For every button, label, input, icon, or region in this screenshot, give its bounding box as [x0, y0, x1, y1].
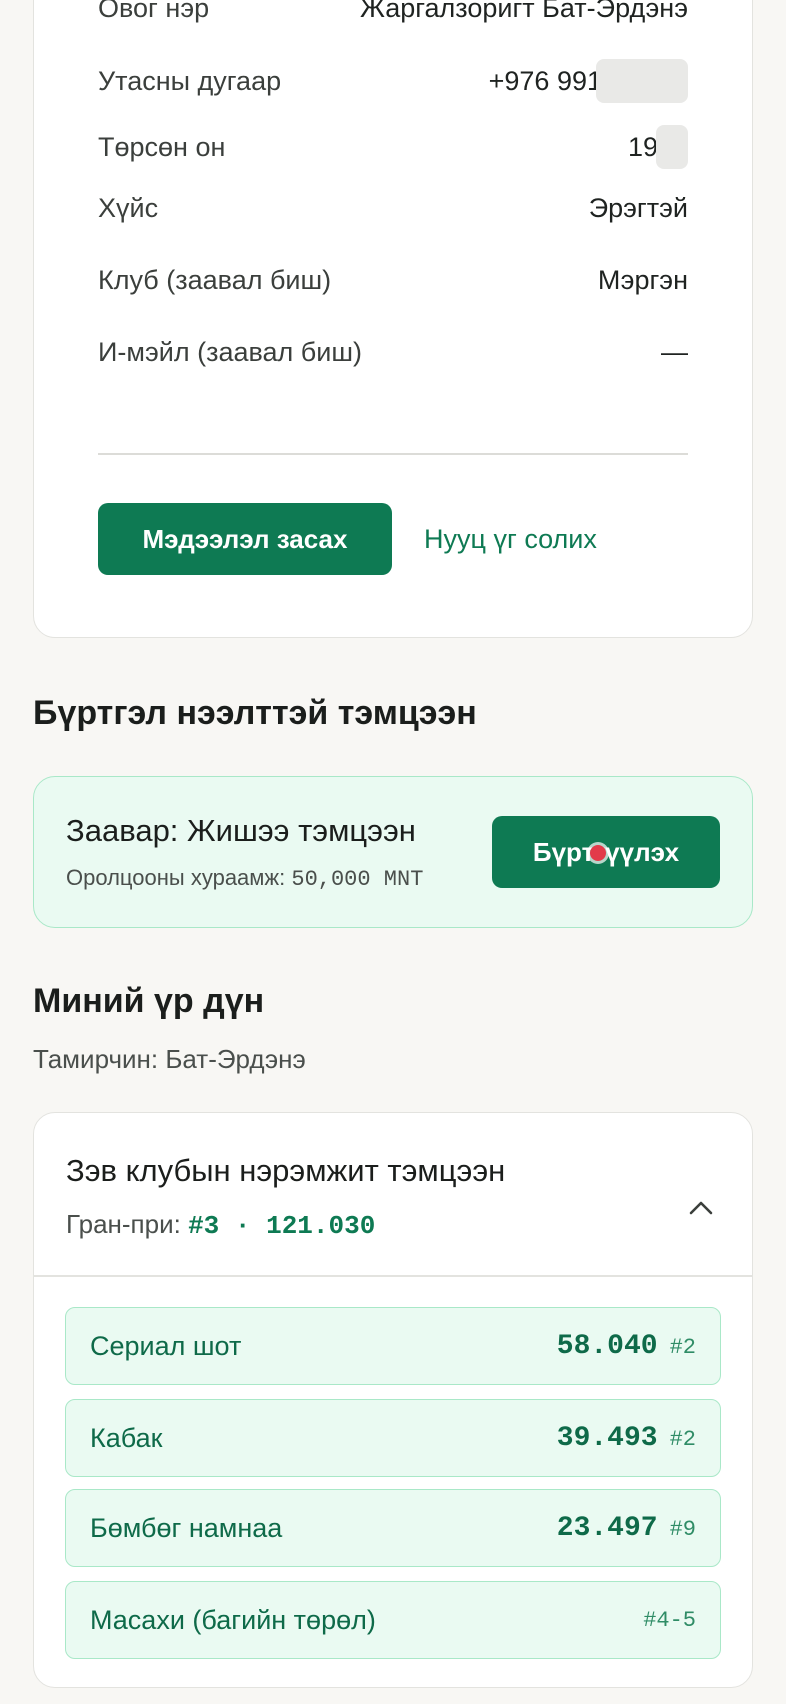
phone-text: +976 991: [488, 65, 602, 96]
profile-row-club: Клуб (заавал биш) Мэргэн: [98, 265, 688, 296]
event-name: Масахи (багийн төрөл): [90, 1604, 376, 1635]
competition-results-card[interactable]: Зэв клубын нэрэмжит тэмцээн Гран-при: #3…: [33, 1112, 753, 1688]
event-row: Бөмбөг намнаа 23.497 #9: [65, 1489, 721, 1567]
touch-indicator: [590, 845, 606, 861]
redaction-mask: [596, 59, 688, 103]
profile-label: И-мэйл (заавал биш): [98, 337, 362, 367]
redaction-mask: [656, 125, 688, 169]
profile-row-phone: Утасны дугаар +976 991: [98, 59, 688, 103]
open-competition-card: Заавар: Жишээ тэмцээн Оролцооны хураамж:…: [33, 776, 753, 928]
profile-label: Утасны дугаар: [98, 65, 282, 96]
profile-value: Эрэгтэй: [588, 193, 688, 223]
event-result: 39.493 #2: [557, 1423, 696, 1454]
profile-value: Жаргалзоригт Бат-Эрдэнэ: [359, 0, 688, 23]
profile-value: Мэргэн: [597, 265, 688, 295]
event-result: #4-5: [631, 1608, 696, 1633]
profile-card: Овог нэр Жаргалзоригт Бат-Эрдэнэ Утасны …: [33, 0, 753, 638]
event-name: Бөмбөг намнаа: [90, 1512, 283, 1543]
profile-row-birthyear: Төрсөн он 19: [98, 125, 688, 169]
my-results-title: Миний үр дүн: [33, 982, 265, 1020]
event-result: 23.497 #9: [557, 1513, 696, 1544]
open-competition-name: Заавар: Жишээ тэмцээн: [66, 813, 416, 848]
profile-row-email: И-мэйл (заавал биш) —: [98, 337, 688, 368]
event-score: 23.497: [556, 1512, 658, 1544]
entry-fee: Оролцооны хураамж: 50,000 MNT: [66, 865, 423, 892]
event-rank: #2: [669, 1334, 696, 1360]
event-row: Кабак 39.493 #2: [65, 1399, 721, 1477]
profile-value-birthyear: 19: [628, 125, 688, 169]
register-button[interactable]: Бүртгүүлэх: [492, 816, 720, 888]
event-rank: #9: [669, 1516, 696, 1542]
competition-name: Зэв клубын нэрэмжит тэмцээн: [66, 1153, 506, 1188]
athlete-name: Тамирчин: Бат-Эрдэнэ: [33, 1044, 306, 1074]
entry-fee-value: 50,000 MNT: [291, 867, 424, 892]
profile-value-phone: +976 991: [489, 59, 688, 103]
change-password-link[interactable]: Нууц үг солих: [424, 509, 597, 569]
event-score: 39.493: [556, 1422, 658, 1454]
event-score: 58.040: [556, 1330, 658, 1362]
open-registration-title: Бүртгэл нээлттэй тэмцээн: [33, 694, 477, 732]
divider: [98, 453, 688, 455]
event-name: Кабак: [90, 1422, 163, 1453]
grand-prix-label: Гран-при:: [66, 1209, 181, 1239]
grand-prix-value: #3 · 121.030: [188, 1211, 376, 1241]
profile-label: Хүйс: [98, 193, 159, 223]
birthyear-text: 19: [627, 131, 658, 162]
profile-row-gender: Хүйс Эрэгтэй: [98, 193, 688, 224]
entry-fee-label: Оролцооны хураамж:: [66, 865, 286, 890]
chevron-up-icon[interactable]: [688, 1195, 714, 1221]
event-result: 58.040 #2: [557, 1331, 696, 1362]
event-rank: #2: [669, 1426, 696, 1452]
profile-row-name: Овог нэр Жаргалзоригт Бат-Эрдэнэ: [98, 0, 688, 24]
profile-label: Клуб (заавал биш): [98, 265, 332, 295]
event-row: Сериал шот 58.040 #2: [65, 1307, 721, 1385]
profile-value: —: [661, 337, 688, 367]
divider: [34, 1275, 752, 1277]
edit-profile-button[interactable]: Мэдээлэл засах: [98, 503, 392, 575]
grand-prix: Гран-при: #3 · 121.030: [66, 1209, 375, 1241]
event-rank: #4-5: [643, 1607, 696, 1633]
event-row: Масахи (багийн төрөл) #4-5: [65, 1581, 721, 1659]
event-name: Сериал шот: [90, 1330, 242, 1361]
profile-label: Овог нэр: [98, 0, 210, 23]
profile-label: Төрсөн он: [98, 131, 226, 162]
